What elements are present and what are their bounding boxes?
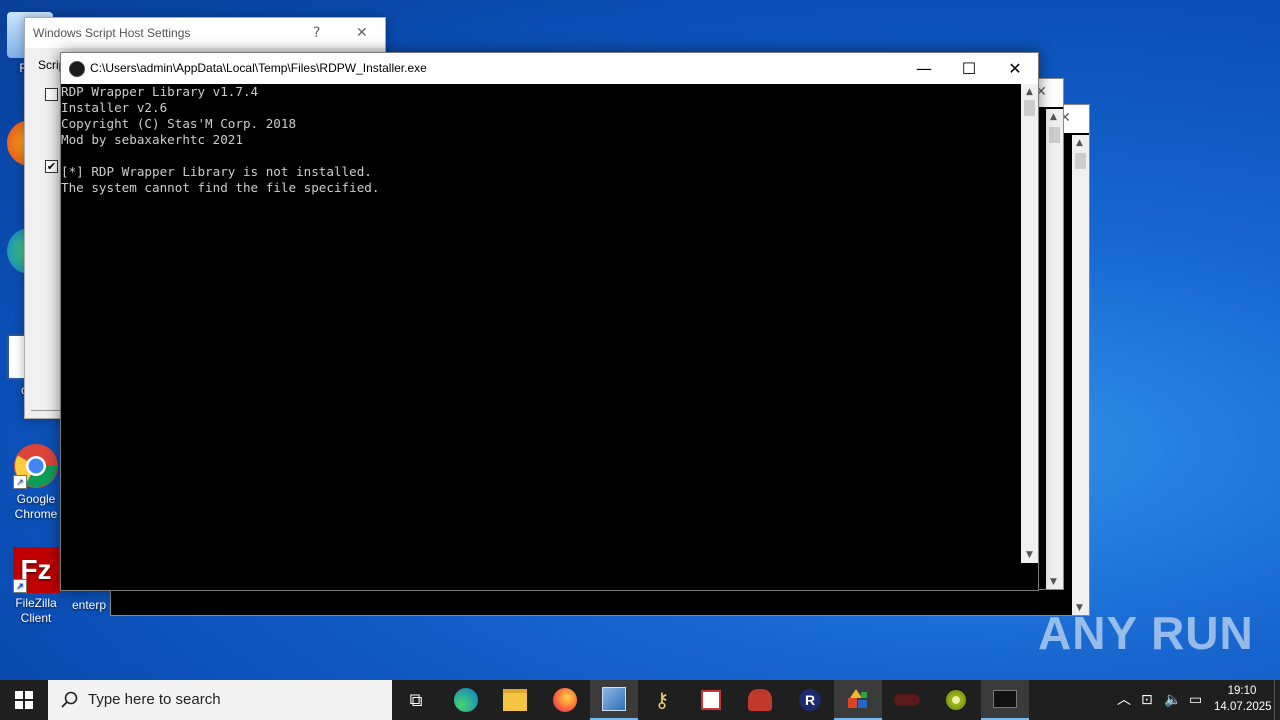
checkbox-checked[interactable]: ✔	[45, 160, 58, 173]
shapes-icon	[848, 689, 867, 708]
wsh-close-button[interactable]: ✕	[356, 18, 368, 48]
desktop-icon-label: FileZilla Client	[15, 596, 57, 625]
clock[interactable]: 19:10 14.07.2025	[1214, 683, 1272, 715]
vertical-scrollbar[interactable]: ▼ ▲	[1046, 109, 1063, 589]
filezilla-icon: Fz ↗	[13, 547, 59, 593]
scroll-down-icon[interactable]: ▼	[1021, 547, 1038, 563]
folder-icon	[503, 689, 527, 711]
taskbar-control-panel[interactable]	[590, 680, 638, 720]
taskbar: Type here to search ⧉ ⚷ R ︿ ⊡ �	[0, 680, 1280, 720]
clock-date: 14.07.2025	[1214, 701, 1272, 713]
anyrun-watermark: ANY RUN	[1038, 606, 1254, 676]
keys-icon: ⚷	[654, 688, 670, 712]
console-line: RDP Wrapper Library v1.7.4	[61, 84, 259, 99]
vertical-scrollbar[interactable]: ▼ ▲	[1072, 135, 1089, 615]
console-icon	[993, 690, 1017, 708]
console-line: Mod by sebaxakerhtc 2021	[61, 132, 243, 147]
taskbar-shapes-app[interactable]	[834, 680, 882, 720]
taskbar-calc-app[interactable]	[687, 680, 735, 720]
console-line: [*] RDP Wrapper Library is not installed…	[61, 164, 372, 179]
desktop-icon-chrome[interactable]: ↗ Google Chrome	[6, 443, 66, 522]
task-view-icon: ⧉	[409, 689, 423, 711]
maximize-button[interactable]: ☐	[946, 53, 992, 84]
console-line: Copyright (C) Stas'M Corp. 2018	[61, 116, 297, 131]
help-button[interactable]: ?	[313, 18, 320, 48]
console-app-icon	[69, 61, 85, 77]
scroll-up-icon[interactable]: ▲	[1076, 138, 1083, 148]
console-output[interactable]: RDP Wrapper Library v1.7.4 Installer v2.6…	[61, 84, 1021, 562]
console-titlebar[interactable]: C:\Users\admin\AppData\Local\Temp\Files\…	[61, 53, 1038, 84]
scroll-up-icon[interactable]: ▲	[1050, 112, 1057, 122]
taskbar-firefox[interactable]	[541, 680, 589, 720]
watermark-text: ANY RUN	[1038, 607, 1254, 659]
vertical-scrollbar[interactable]: ▲ ▼	[1021, 84, 1038, 563]
console-title: C:\Users\admin\AppData\Local\Temp\Files\…	[90, 61, 427, 75]
desktop-icon-label: Google Chrome	[14, 492, 58, 521]
taskbar-edge[interactable]	[442, 680, 490, 720]
calculator-icon	[701, 690, 721, 710]
kiwi-icon	[946, 690, 966, 710]
taskbar-console-app[interactable]	[981, 680, 1029, 720]
shortcut-arrow-icon: ↗	[13, 475, 27, 489]
taskbar-file-explorer[interactable]	[491, 680, 539, 720]
show-hidden-icons-icon[interactable]: ︿	[1117, 680, 1131, 720]
scroll-thumb[interactable]	[1024, 100, 1035, 116]
checkbox-unchecked[interactable]	[45, 88, 58, 101]
start-button[interactable]	[0, 680, 48, 720]
scroll-up-icon[interactable]: ▲	[1021, 84, 1038, 100]
firefox-icon	[553, 688, 577, 712]
divider	[31, 410, 61, 411]
r-app-icon: R	[799, 689, 821, 711]
scroll-thumb[interactable]	[1049, 127, 1060, 143]
taskbar-tool-red[interactable]	[736, 680, 784, 720]
control-panel-icon	[602, 687, 626, 711]
desktop-icon-filezilla[interactable]: Fz ↗ FileZilla Client	[6, 547, 66, 626]
search-placeholder: Type here to search	[88, 691, 221, 708]
wsh-titlebar[interactable]: Windows Script Host Settings	[25, 18, 385, 48]
network-icon[interactable]: ⊡	[1141, 680, 1153, 720]
taskbar-task-view[interactable]: ⧉	[392, 680, 440, 720]
worm-icon	[894, 694, 920, 706]
chrome-icon: ↗	[13, 443, 59, 489]
scroll-down-icon[interactable]: ▼	[1050, 577, 1057, 587]
console-line: The system cannot find the file specifie…	[61, 180, 380, 195]
taskbar-kiwi-app[interactable]	[932, 680, 980, 720]
show-desktop-button[interactable]	[1274, 680, 1280, 720]
taskbar-search[interactable]: Type here to search	[48, 680, 392, 720]
wsh-title: Windows Script Host Settings	[33, 26, 191, 40]
shortcut-arrow-icon: ↗	[13, 579, 27, 593]
taskbar-r-app[interactable]: R	[786, 680, 834, 720]
desktop-icon-label: enterp	[72, 598, 107, 612]
search-icon	[61, 691, 78, 708]
console-window-main[interactable]: C:\Users\admin\AppData\Local\Temp\Files\…	[60, 52, 1039, 591]
notification-area-icon[interactable]: ▭	[1189, 680, 1202, 720]
windows-logo-icon	[15, 691, 33, 709]
scroll-thumb[interactable]	[1075, 153, 1086, 169]
console-line: Installer v2.6	[61, 100, 168, 115]
edge-icon	[454, 688, 478, 712]
close-button[interactable]: ✕	[992, 53, 1038, 84]
taskbar-keys-tool[interactable]: ⚷	[638, 680, 686, 720]
volume-icon[interactable]: 🔈	[1164, 680, 1181, 720]
taskbar-worm-app[interactable]	[883, 680, 931, 720]
minimize-button[interactable]: —	[901, 53, 947, 84]
red-tool-icon	[748, 689, 772, 711]
clock-time: 19:10	[1227, 685, 1257, 697]
